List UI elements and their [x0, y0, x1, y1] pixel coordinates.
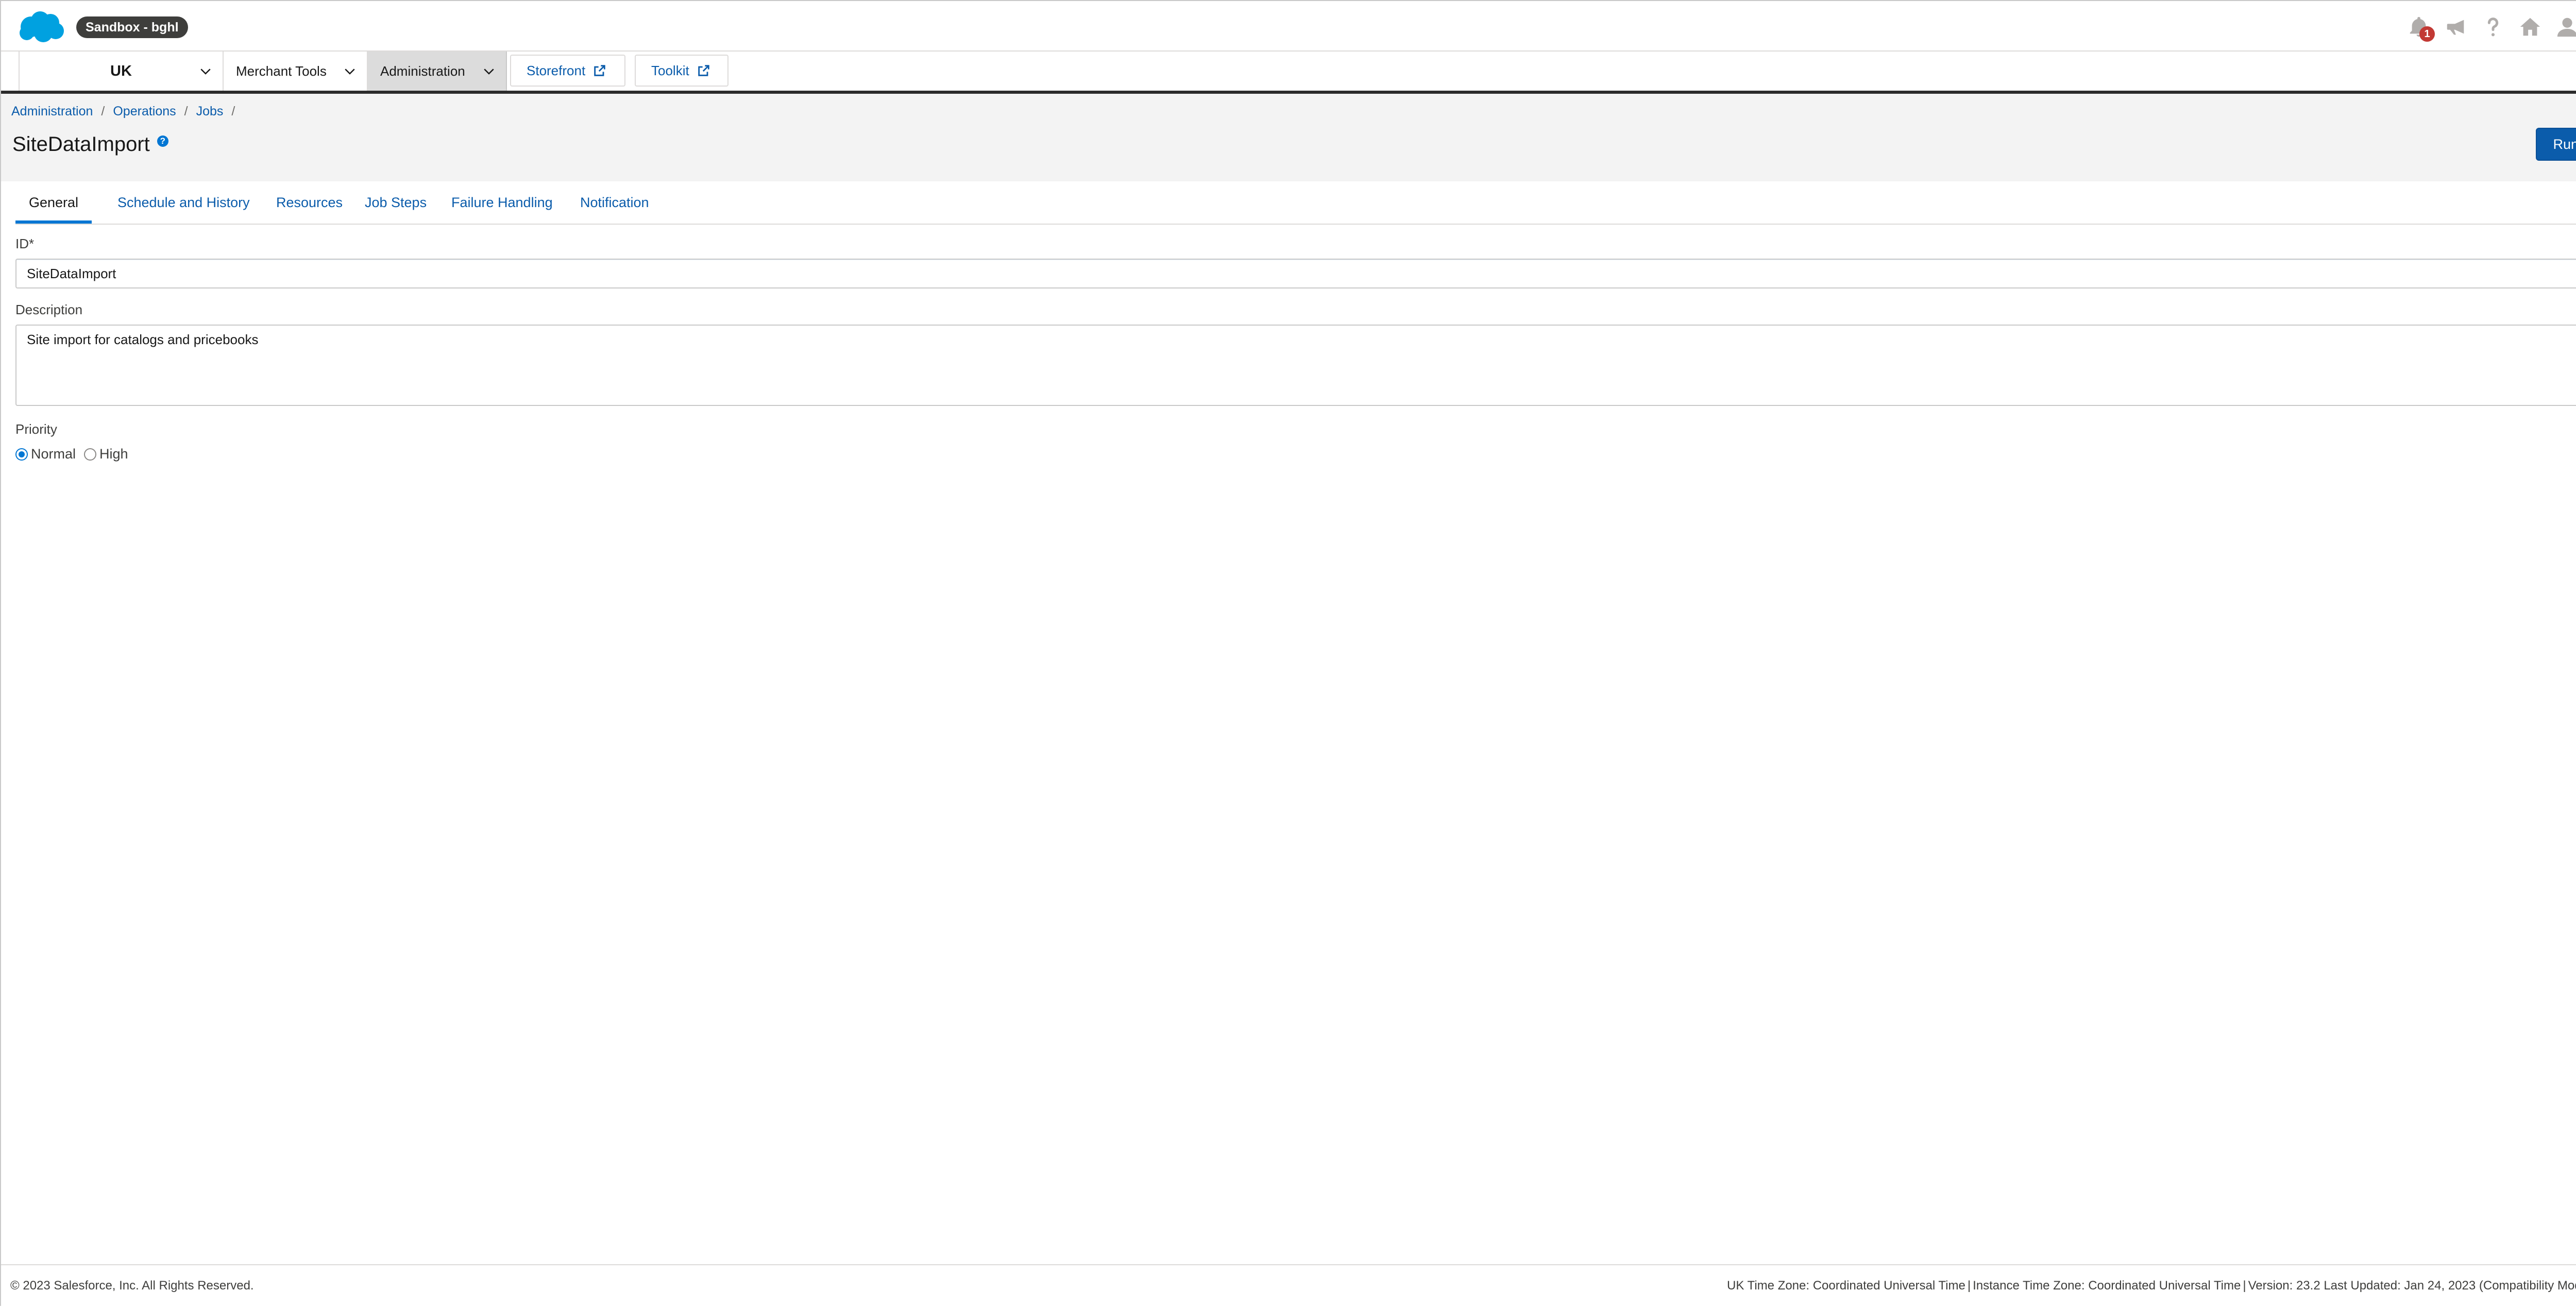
priority-radio-group: Normal High	[15, 446, 137, 462]
nav-merchant-tools-label: Merchant Tools	[236, 63, 327, 79]
nav-toolkit-label: Toolkit	[651, 62, 689, 78]
priority-high-label[interactable]: High	[99, 446, 128, 462]
tab-general[interactable]: General	[15, 181, 92, 224]
salesforce-cloud-logo[interactable]	[16, 8, 66, 43]
page-header: Administration / Operations / Jobs / Sit…	[1, 94, 2576, 181]
tab-notification[interactable]: Notification	[567, 181, 663, 224]
site-selector[interactable]: UK	[19, 52, 224, 91]
radio-selected-dot	[19, 451, 25, 457]
tab-resources[interactable]: Resources	[263, 181, 356, 224]
page-title: SiteDataImport ?	[12, 133, 168, 156]
breadcrumb-operations[interactable]: Operations	[113, 104, 176, 119]
breadcrumb-separator: /	[184, 104, 188, 118]
priority-normal-label[interactable]: Normal	[31, 446, 76, 462]
copyright-text: © 2023 Salesforce, Inc. All Rights Reser…	[10, 1279, 254, 1293]
nav-storefront-label: Storefront	[527, 62, 586, 78]
nav-storefront-link[interactable]: Storefront	[510, 55, 625, 87]
utility-icons: 1	[2406, 11, 2576, 42]
nav-administration[interactable]: Administration	[368, 52, 507, 91]
priority-normal-radio[interactable]	[15, 448, 28, 461]
chevron-down-icon	[342, 63, 358, 79]
site-selector-label: UK	[110, 62, 132, 79]
tab-schedule-and-history[interactable]: Schedule and History	[104, 181, 263, 224]
footer-separator: |	[2243, 1279, 2246, 1293]
id-input[interactable]	[15, 259, 2576, 288]
megaphone-icon[interactable]	[2443, 14, 2469, 40]
user-icon[interactable]	[2554, 14, 2576, 40]
nav-administration-label: Administration	[380, 63, 465, 79]
version-text: Version: 23.2 Last Updated: Jan 24, 2023…	[2248, 1279, 2576, 1293]
description-label: Description	[15, 302, 83, 317]
help-icon[interactable]: ?	[157, 135, 168, 147]
breadcrumb-jobs[interactable]: Jobs	[196, 104, 224, 119]
help-icon[interactable]	[2480, 14, 2506, 40]
sandbox-badge: Sandbox - bghl	[76, 16, 188, 38]
global-header: Sandbox - bghl 1	[1, 1, 2576, 52]
required-mark: *	[29, 236, 35, 251]
breadcrumb: Administration / Operations / Jobs /	[11, 104, 243, 119]
external-link-icon	[594, 65, 605, 76]
tab-failure-handling[interactable]: Failure Handling	[438, 181, 566, 224]
bell-icon[interactable]: 1	[2406, 14, 2435, 42]
notification-count-badge: 1	[2419, 26, 2435, 42]
job-tabs: General Schedule and History Resources J…	[15, 181, 2576, 225]
chevron-down-icon	[198, 63, 213, 79]
external-link-icon	[698, 65, 709, 76]
breadcrumb-administration[interactable]: Administration	[11, 104, 93, 119]
nav-merchant-tools[interactable]: Merchant Tools	[225, 52, 368, 91]
page-title-text: SiteDataImport	[12, 133, 150, 156]
footer-info: UK Time Zone: Coordinated Universal Time…	[1727, 1279, 2576, 1293]
uk-timezone-text: UK Time Zone: Coordinated Universal Time	[1726, 1279, 1965, 1293]
main-navigation: UK Merchant Tools Administration Storefr…	[1, 52, 2576, 94]
footer-separator: |	[1967, 1279, 1971, 1293]
instance-timezone-text: Instance Time Zone: Coordinated Universa…	[1973, 1279, 2241, 1293]
home-icon[interactable]	[2517, 14, 2543, 40]
page-footer: © 2023 Salesforce, Inc. All Rights Reser…	[1, 1264, 2576, 1306]
breadcrumb-separator: /	[231, 104, 235, 118]
tab-job-steps[interactable]: Job Steps	[351, 181, 440, 224]
nav-toolkit-link[interactable]: Toolkit	[635, 55, 728, 87]
priority-label: Priority	[15, 421, 57, 437]
description-textarea[interactable]: Site import for catalogs and pricebooks	[15, 325, 2576, 406]
id-label-text: ID	[15, 236, 29, 251]
priority-high-radio[interactable]	[84, 448, 97, 461]
run-now-button[interactable]: Run Now	[2536, 128, 2576, 161]
chevron-down-icon	[481, 63, 497, 79]
id-label: ID*	[15, 236, 34, 252]
breadcrumb-separator: /	[101, 104, 105, 118]
